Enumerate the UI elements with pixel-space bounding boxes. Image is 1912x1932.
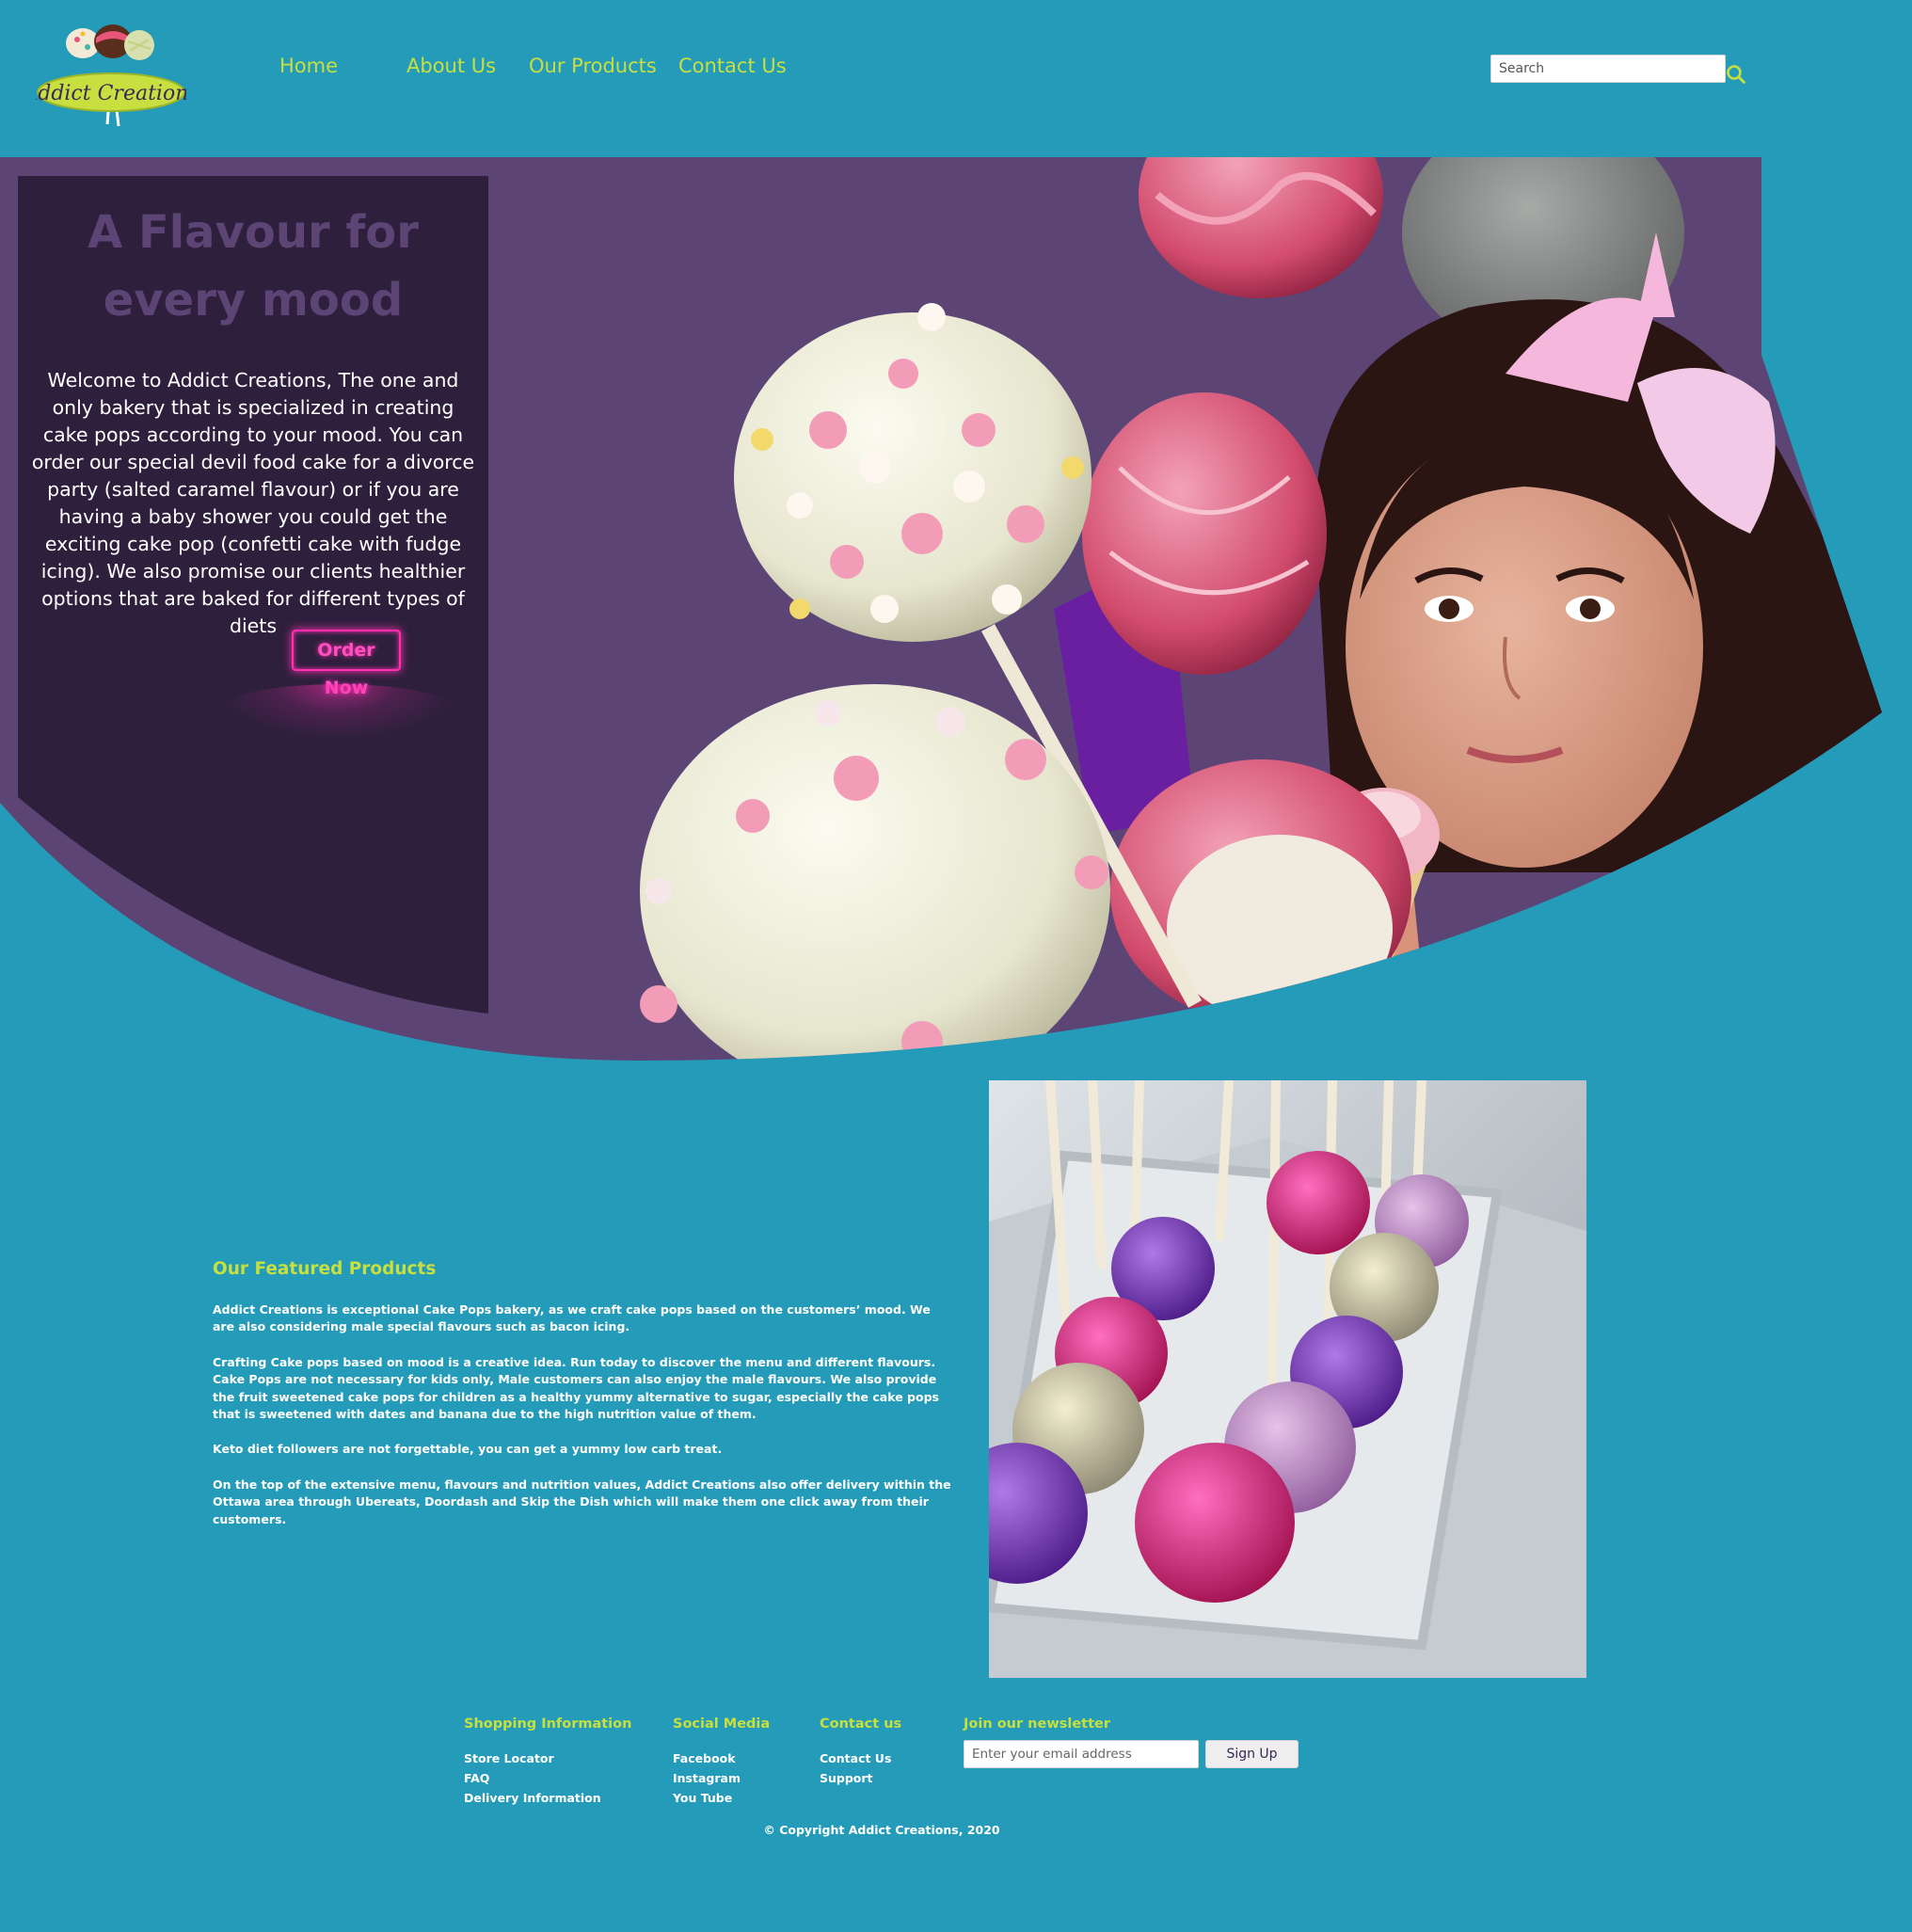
footer-social-title: Social Media <box>673 1716 771 1732</box>
footer-link-facebook[interactable]: Facebook <box>673 1748 770 1768</box>
featured-paragraph-2: Crafting Cake pops based on mood is a cr… <box>213 1355 939 1421</box>
featured-paragraph-3: Keto diet followers are not forgettable,… <box>213 1442 723 1456</box>
logo[interactable]: Addict Creations <box>21 21 199 132</box>
search-icon[interactable] <box>1726 64 1746 85</box>
logo-text: Addict Creations <box>36 82 186 105</box>
featured-paragraph-1: Addict Creations is exceptional Cake Pop… <box>213 1302 931 1334</box>
footer-link-faq[interactable]: FAQ <box>464 1768 631 1788</box>
newsletter-signup-button[interactable]: Sign Up <box>1205 1740 1299 1768</box>
footer-shopping-title: Shopping Information <box>464 1716 632 1732</box>
hero-title-line-1: A Flavour for <box>88 206 419 259</box>
footer-link-support[interactable]: Support <box>820 1768 901 1788</box>
hero-content: A Flavour for every mood Welcome to Addi… <box>18 176 488 1014</box>
newsletter-email-input[interactable]: Enter your email address <box>964 1740 1199 1768</box>
footer-link-youtube[interactable]: You Tube <box>673 1788 770 1808</box>
logo-graphic: Addict Creations <box>21 24 199 127</box>
footer-contact: Contact us Contact Us Support <box>820 1716 901 1788</box>
hero-title: A Flavour for every mood <box>18 199 488 334</box>
nav-contact-us[interactable]: Contact Us <box>678 55 787 77</box>
nav-home[interactable]: Home <box>279 55 338 77</box>
featured-product-image <box>989 1080 1586 1678</box>
footer-shopping: Shopping Information Store Locator FAQ D… <box>464 1716 631 1808</box>
order-now-button[interactable]: Order Now <box>292 630 401 698</box>
footer-contact-title: Contact us <box>820 1716 902 1732</box>
footer-link-store-locator[interactable]: Store Locator <box>464 1748 631 1768</box>
footer-link-instagram[interactable]: Instagram <box>673 1768 770 1788</box>
featured-title: Our Featured Products <box>213 1259 437 1279</box>
footer-social: Social Media Facebook Instagram You Tube <box>673 1716 770 1808</box>
order-button-glow <box>215 684 460 741</box>
hero-title-line-2: every mood <box>103 274 404 327</box>
footer-link-contact-us[interactable]: Contact Us <box>820 1748 901 1768</box>
footer-newsletter-title: Join our newsletter <box>964 1716 1111 1732</box>
footer-link-delivery-information[interactable]: Delivery Information <box>464 1788 631 1808</box>
nav-about-us[interactable]: About Us <box>406 55 496 77</box>
hero-description: Welcome to Addict Creations, The one and… <box>31 369 475 637</box>
search-input[interactable]: Search <box>1490 55 1726 83</box>
nav-our-products[interactable]: Our Products <box>529 55 657 77</box>
featured-paragraph-4: On the top of the extensive menu, flavou… <box>213 1477 951 1526</box>
copyright: © Copyright Addict Creations, 2020 <box>763 1823 1000 1837</box>
